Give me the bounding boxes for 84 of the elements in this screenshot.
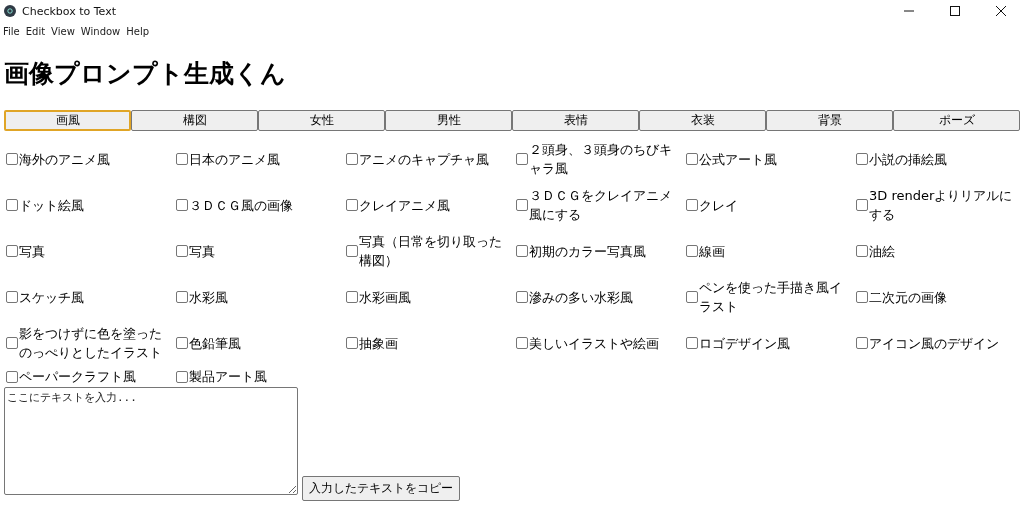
- menu-item[interactable]: Edit: [24, 25, 51, 37]
- option-label: 小説の挿絵風: [869, 150, 947, 169]
- tab[interactable]: 画風: [4, 110, 131, 131]
- option-label: 製品アート風: [189, 368, 267, 386]
- option-label: 油絵: [869, 242, 895, 261]
- option-label: 抽象画: [359, 334, 398, 353]
- checkbox[interactable]: [856, 337, 868, 349]
- option-label: 美しいイラストや絵画: [529, 334, 659, 353]
- option-label: 写真（日常を切り取った構図）: [359, 233, 503, 270]
- window-title: Checkbox to Text: [22, 4, 117, 18]
- checkbox[interactable]: [516, 291, 528, 303]
- copy-button[interactable]: 入力したテキストをコピー: [302, 476, 460, 501]
- text-input-field[interactable]: ここにテキストを入力...: [4, 387, 298, 495]
- checkbox[interactable]: [686, 245, 698, 257]
- checkbox[interactable]: [686, 153, 698, 165]
- checkbox[interactable]: [176, 245, 188, 257]
- checkbox[interactable]: [856, 245, 868, 257]
- checkbox[interactable]: [516, 245, 528, 257]
- option-label: アニメのキャプチャ風: [359, 150, 489, 169]
- option-label: 色鉛筆風: [189, 334, 241, 353]
- option-label: ３ＤＣＧをクレイアニメ風にする: [529, 187, 673, 224]
- tab[interactable]: 背景: [766, 110, 893, 131]
- option-label: 線画: [699, 242, 725, 261]
- option-label: クレイ: [699, 196, 738, 215]
- checkbox[interactable]: [6, 337, 18, 349]
- checkbox[interactable]: [686, 291, 698, 303]
- checkbox[interactable]: [176, 370, 188, 383]
- checkbox[interactable]: [6, 199, 18, 211]
- checkbox[interactable]: [686, 199, 698, 211]
- checkbox[interactable]: [176, 337, 188, 349]
- maximize-icon[interactable]: [950, 6, 960, 16]
- option-label: 3D renderよりリアルにする: [869, 187, 1014, 224]
- menu-item[interactable]: Help: [125, 25, 155, 37]
- option-label: 日本のアニメ風: [189, 150, 280, 169]
- tab[interactable]: ポーズ: [893, 110, 1020, 131]
- checkbox[interactable]: [346, 199, 358, 211]
- option-label: 二次元の画像: [869, 288, 947, 307]
- option-label: アイコン風のデザイン: [869, 334, 999, 353]
- checkbox[interactable]: [856, 153, 868, 165]
- tab[interactable]: 女性: [258, 110, 385, 131]
- checkbox[interactable]: [6, 245, 18, 257]
- option-label: 写真: [189, 242, 215, 261]
- checkbox[interactable]: [346, 337, 358, 349]
- close-icon[interactable]: [996, 6, 1006, 16]
- option-label: 公式アート風: [699, 150, 777, 169]
- checkbox[interactable]: [6, 153, 18, 165]
- menu-item[interactable]: View: [50, 25, 80, 37]
- tab[interactable]: 衣装: [639, 110, 766, 131]
- option-label: 滲みの多い水彩風: [529, 288, 633, 307]
- option-label: ロゴデザイン風: [699, 334, 790, 353]
- checkbox[interactable]: [516, 153, 528, 165]
- option-label: ペンを使った手描き風イラスト: [699, 279, 843, 316]
- checkbox[interactable]: [176, 291, 188, 303]
- checkbox[interactable]: [516, 199, 528, 211]
- menu-item[interactable]: Window: [79, 25, 126, 37]
- option-label: 影をつけずに色を塗ったのっぺりとしたイラスト: [19, 325, 163, 362]
- option-label: スケッチ風: [19, 288, 84, 307]
- option-label: ３ＤＣＧ風の画像: [189, 196, 293, 215]
- checkbox[interactable]: [346, 291, 358, 303]
- checkbox[interactable]: [6, 370, 18, 383]
- checkbox[interactable]: [856, 199, 868, 211]
- option-label: 海外のアニメ風: [19, 150, 110, 169]
- tab[interactable]: 表情: [512, 110, 639, 131]
- option-label: ドット絵風: [19, 196, 84, 215]
- option-label: 初期のカラー写真風: [529, 242, 646, 261]
- checkbox[interactable]: [6, 291, 18, 303]
- option-label: ペーパークラフト風: [19, 368, 136, 386]
- option-label: 水彩画風: [359, 288, 411, 307]
- option-label: ２頭身、３頭身のちびキャラ風: [529, 141, 673, 178]
- tab[interactable]: 男性: [385, 110, 512, 131]
- menu-item[interactable]: File: [2, 25, 25, 37]
- checkbox[interactable]: [346, 153, 358, 165]
- checkbox[interactable]: [346, 245, 358, 257]
- checkbox[interactable]: [516, 337, 528, 349]
- option-label: 写真: [19, 242, 45, 261]
- option-label: 水彩風: [189, 288, 228, 307]
- checkbox[interactable]: [176, 199, 188, 211]
- tab[interactable]: 構図: [131, 110, 258, 131]
- page-heading: 画像プロンプト生成くん: [4, 58, 287, 90]
- checkbox[interactable]: [686, 337, 698, 349]
- app-icon: [4, 5, 16, 17]
- checkbox[interactable]: [176, 153, 188, 165]
- option-label: クレイアニメ風: [359, 196, 450, 215]
- checkbox[interactable]: [856, 291, 868, 303]
